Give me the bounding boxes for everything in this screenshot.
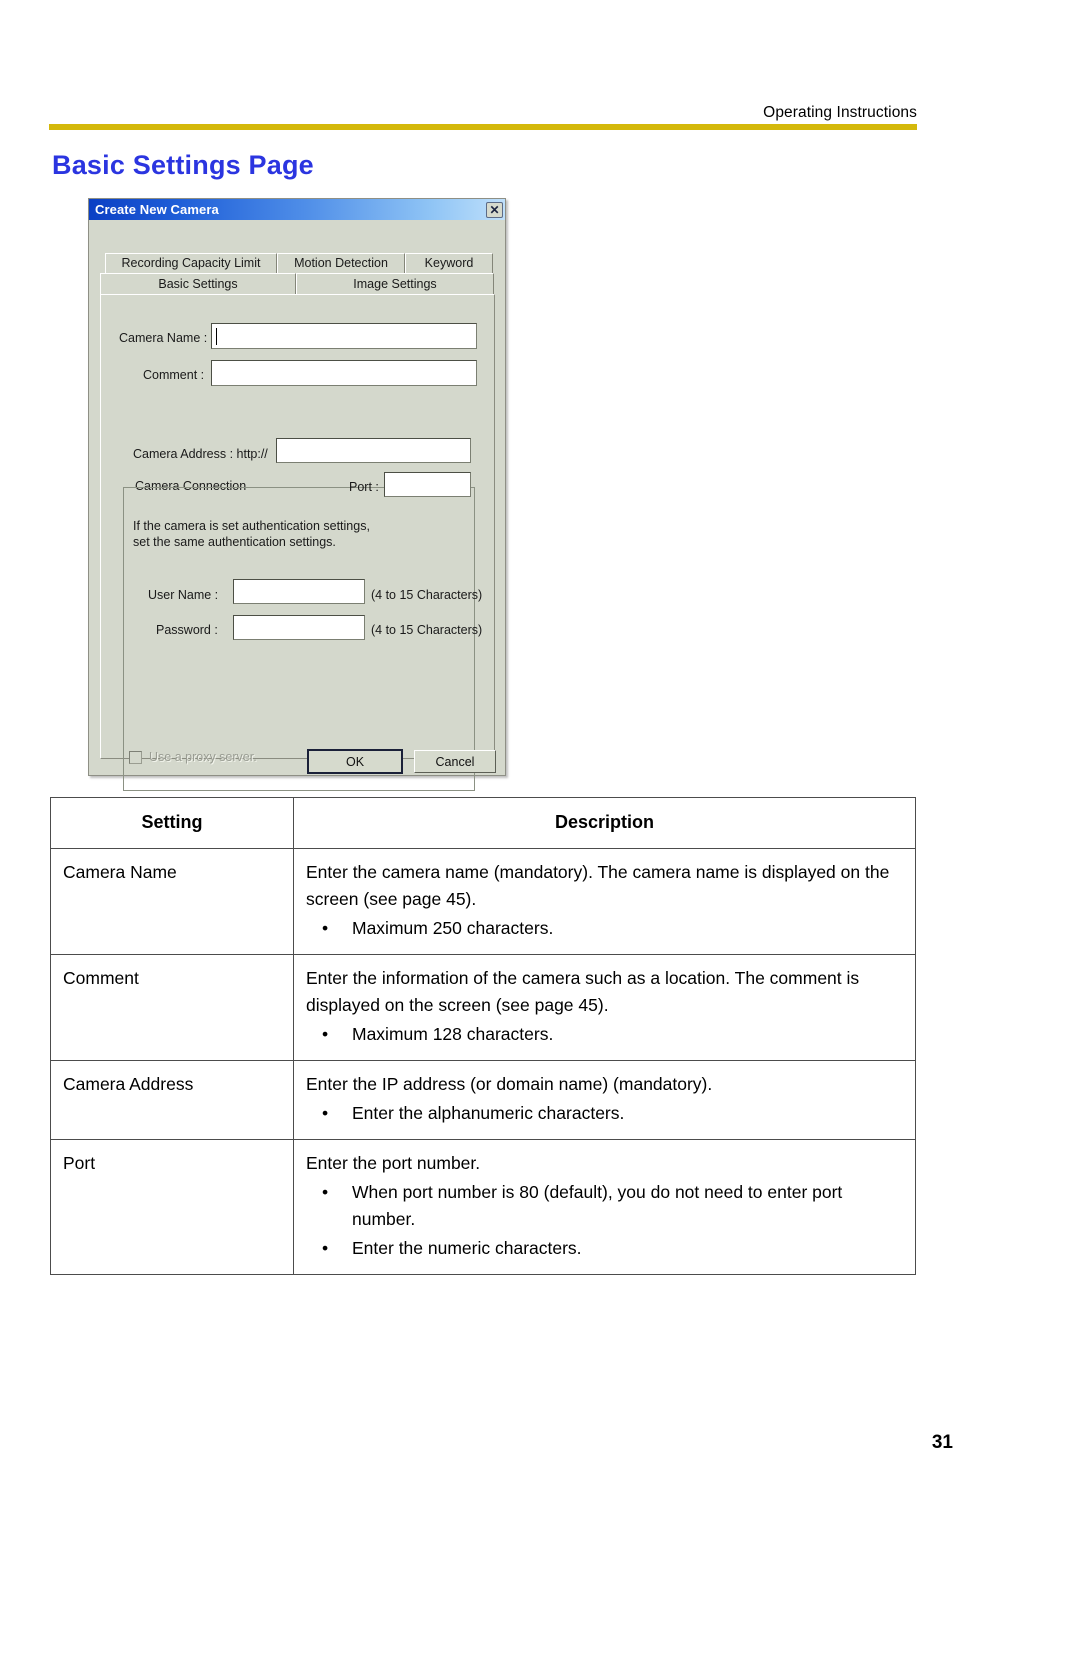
tab-basic-settings[interactable]: Basic Settings xyxy=(100,273,296,295)
user-name-label: User Name : xyxy=(148,588,219,602)
page-number: 31 xyxy=(931,1432,953,1453)
bullet-marker: • xyxy=(322,1024,329,1044)
camera-name-label: Camera Name : xyxy=(119,331,208,345)
use-proxy-server-label: Use a proxy server. xyxy=(149,750,257,764)
dialog-title: Create New Camera xyxy=(95,202,219,217)
use-proxy-server-row[interactable]: Use a proxy server. xyxy=(129,750,257,764)
tab-row-top: Recording Capacity Limit Motion Detectio… xyxy=(105,253,493,273)
row-description-comment: Enter the information of the camera such… xyxy=(293,954,916,1061)
bullet-marker: • xyxy=(322,1103,329,1123)
bullet-item: • Maximum 128 characters. xyxy=(306,1021,903,1048)
table-row: Camera Name Enter the camera name (manda… xyxy=(50,848,916,955)
create-new-camera-dialog: Create New Camera ✕ Recording Capacity L… xyxy=(88,198,506,791)
authentication-note: If the camera is set authentication sett… xyxy=(133,519,370,549)
cancel-button[interactable]: Cancel xyxy=(414,750,496,773)
row-setting-port: Port xyxy=(50,1139,294,1275)
description-text: Enter the port number. xyxy=(306,1153,481,1173)
bullet-item: • Enter the alphanumeric characters. xyxy=(306,1100,903,1127)
page-title: Basic Settings Page xyxy=(52,150,314,180)
header-description: Description xyxy=(293,797,916,849)
bullet-text: Enter the alphanumeric characters. xyxy=(352,1103,625,1123)
running-head: Operating Instructions xyxy=(763,104,917,121)
dialog-titlebar: Create New Camera ✕ xyxy=(89,199,505,220)
bullet-item: • Enter the numeric characters. xyxy=(306,1235,903,1262)
header-rule xyxy=(49,124,917,130)
close-icon[interactable]: ✕ xyxy=(486,201,503,218)
row-description-camera-name: Enter the camera name (mandatory). The c… xyxy=(293,848,916,955)
ok-button[interactable]: OK xyxy=(307,749,403,774)
bullet-text: When port number is 80 (default), you do… xyxy=(352,1182,843,1229)
use-proxy-server-checkbox[interactable] xyxy=(129,750,142,764)
user-name-input[interactable] xyxy=(233,579,365,604)
row-setting-camera-name: Camera Name xyxy=(50,848,294,955)
row-description-port: Enter the port number. • When port numbe… xyxy=(293,1139,916,1275)
camera-address-input[interactable] xyxy=(276,438,471,463)
table-header-row: Setting Description xyxy=(50,797,916,849)
basic-settings-panel: Camera Name : Comment : Camera Connectio… xyxy=(100,294,495,791)
description-text: Enter the information of the camera such… xyxy=(306,968,860,1015)
tab-motion-detection[interactable]: Motion Detection xyxy=(277,253,405,273)
header-setting: Setting xyxy=(50,797,294,849)
document-page: Operating Instructions Basic Settings Pa… xyxy=(0,0,1080,1669)
row-setting-comment: Comment xyxy=(50,954,294,1061)
tab-row-bottom: Basic Settings Image Settings xyxy=(100,273,494,295)
tab-keyword[interactable]: Keyword xyxy=(405,253,493,273)
table-row: Camera Address Enter the IP address (or … xyxy=(50,1060,916,1140)
dialog-body: Recording Capacity Limit Motion Detectio… xyxy=(89,220,505,791)
comment-input[interactable] xyxy=(211,360,477,386)
comment-label: Comment : xyxy=(143,368,205,382)
text-caret xyxy=(216,328,217,345)
table-row: Port Enter the port number. • When port … xyxy=(50,1139,916,1275)
row-description-camera-address: Enter the IP address (or domain name) (m… xyxy=(293,1060,916,1140)
password-label: Password : xyxy=(156,623,218,637)
bullet-item: • When port number is 80 (default), you … xyxy=(306,1179,903,1233)
bullet-marker: • xyxy=(322,1182,329,1202)
port-label: Port : xyxy=(349,480,379,494)
camera-name-input[interactable] xyxy=(211,323,477,349)
password-hint: (4 to 15 Characters) xyxy=(371,623,483,637)
bullet-text: Maximum 250 characters. xyxy=(352,918,554,938)
port-input[interactable] xyxy=(384,472,471,497)
description-text: Enter the camera name (mandatory). The c… xyxy=(306,862,890,909)
description-text: Enter the IP address (or domain name) (m… xyxy=(306,1074,713,1094)
table-row: Comment Enter the information of the cam… xyxy=(50,954,916,1061)
row-setting-camera-address: Camera Address xyxy=(50,1060,294,1140)
bullet-marker: • xyxy=(322,1238,329,1258)
user-name-hint: (4 to 15 Characters) xyxy=(371,588,483,602)
bullet-text: Enter the numeric characters. xyxy=(352,1238,582,1258)
bullet-text: Maximum 128 characters. xyxy=(352,1024,554,1044)
settings-table: Setting Description Camera Name Enter th… xyxy=(50,797,916,1275)
password-input[interactable] xyxy=(233,615,365,640)
bullet-marker: • xyxy=(322,918,329,938)
bullet-item: • Maximum 250 characters. xyxy=(306,915,903,942)
tab-image-settings[interactable]: Image Settings xyxy=(296,273,494,295)
tab-recording-capacity-limit[interactable]: Recording Capacity Limit xyxy=(105,253,277,273)
camera-address-label: Camera Address : http:// xyxy=(133,447,268,461)
